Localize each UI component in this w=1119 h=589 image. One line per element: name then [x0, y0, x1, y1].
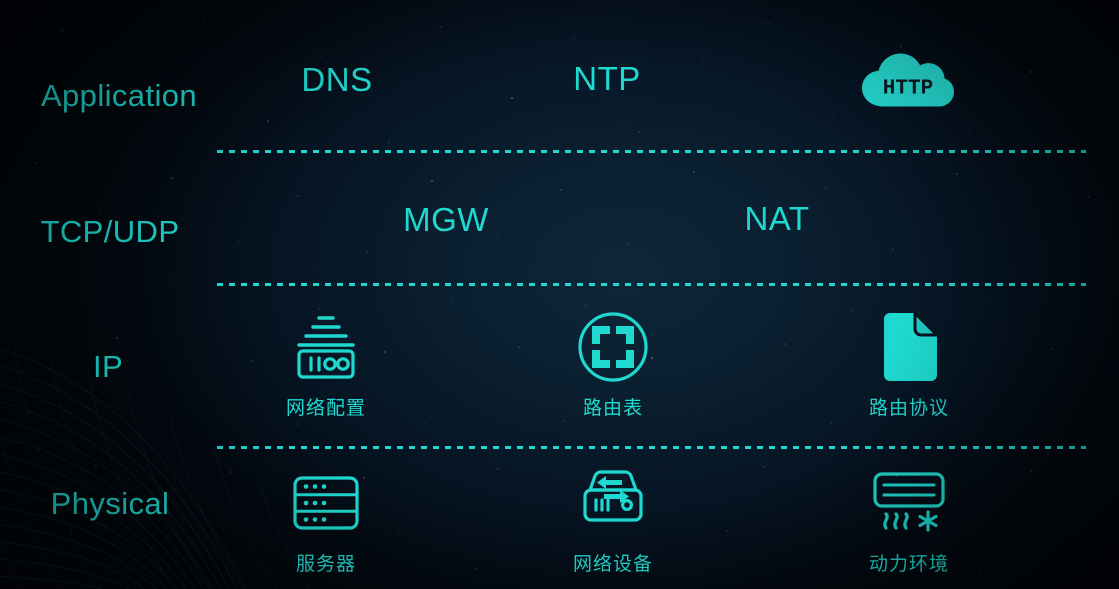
network-layer-diagram: Application TCP/UDP IP Physical DNS NTP …	[0, 0, 1119, 589]
vignette-overlay	[0, 0, 1119, 589]
